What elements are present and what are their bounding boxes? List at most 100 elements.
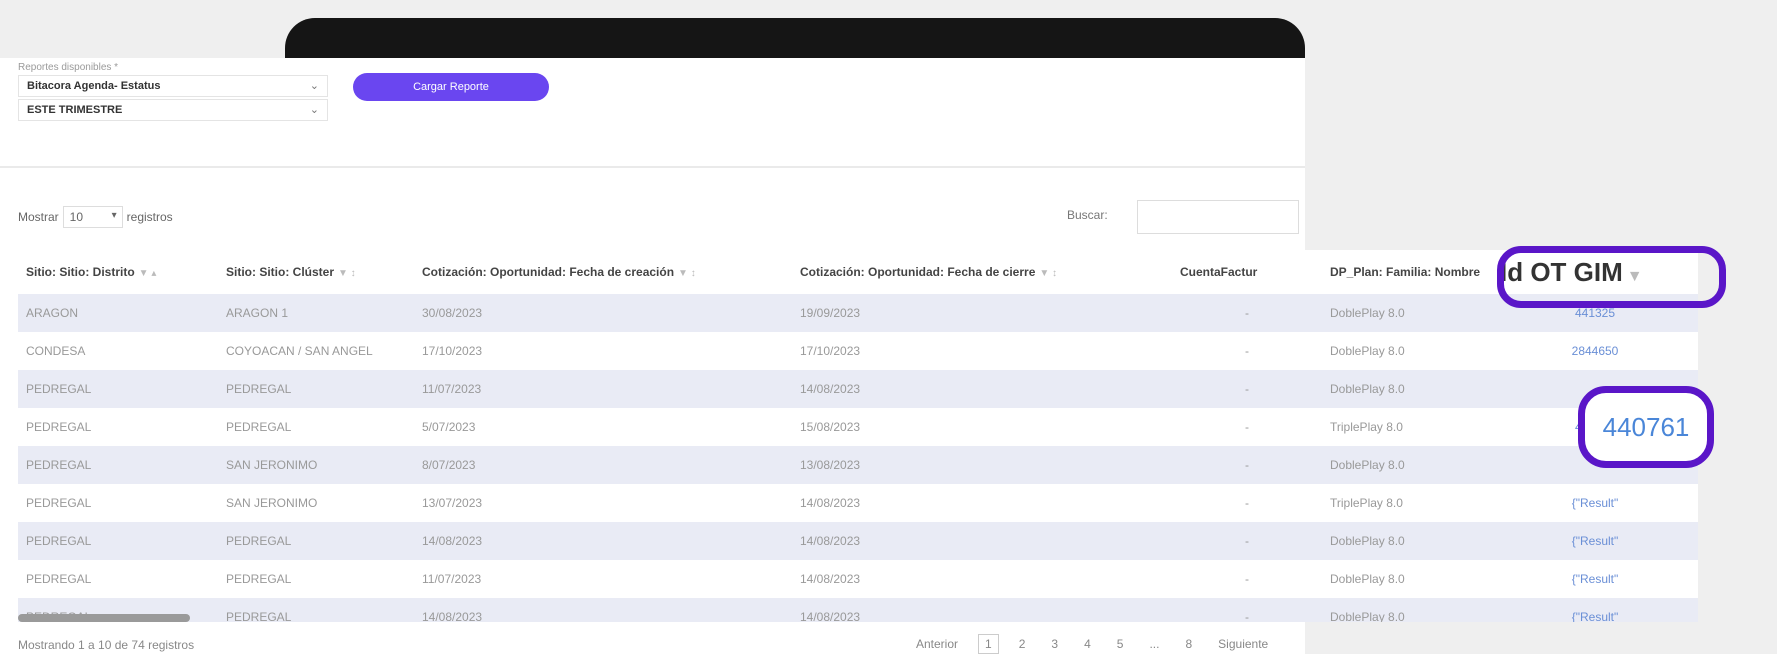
table-cell[interactable]: {"Result" bbox=[1492, 560, 1698, 598]
table-cell: - bbox=[1172, 522, 1322, 560]
column-header-fecha-cierre[interactable]: Cotización: Oportunidad: Fecha de cierre… bbox=[792, 250, 1172, 294]
table-row[interactable]: PEDREGAL PEDREGAL 11/07/2023 14/08/2023- Dob… bbox=[18, 560, 1698, 598]
table-cell: 13/08/2023 bbox=[792, 446, 1172, 484]
table-cell: PEDREGAL bbox=[18, 560, 218, 598]
pagination-page-button[interactable]: 3 bbox=[1045, 635, 1064, 653]
period-select[interactable]: ESTE TRIMESTRE ⌄ bbox=[18, 99, 328, 121]
report-select[interactable]: Bitacora Agenda- Estatus ⌄ bbox=[18, 75, 328, 97]
load-report-button[interactable]: Cargar Reporte bbox=[353, 73, 549, 101]
table-row[interactable]: ARAGON ARAGON 1 30/08/2023 19/09/2023- Doble… bbox=[18, 294, 1698, 332]
search-label: Buscar: bbox=[1067, 208, 1108, 222]
table-cell: 14/08/2023 bbox=[792, 560, 1172, 598]
table-cell: 14/08/2023 bbox=[792, 522, 1172, 560]
table-cell: DoblePlay 8.0 bbox=[1322, 332, 1492, 370]
table-cell: - bbox=[1172, 484, 1322, 522]
pagination-page-button[interactable]: 2 bbox=[1013, 635, 1032, 653]
table-cell: ARAGON 1 bbox=[218, 294, 414, 332]
table-cell: - bbox=[1172, 446, 1322, 484]
pagination-page-button[interactable]: 5 bbox=[1111, 635, 1130, 653]
table-cell: 11/07/2023 bbox=[414, 370, 792, 408]
highlight-ring-header bbox=[1497, 246, 1726, 308]
table-cell: PEDREGAL bbox=[18, 522, 218, 560]
table-row[interactable]: PEDREGALPEDREGAL14/08/202314/08/2023-Dob… bbox=[18, 522, 1698, 560]
table-row[interactable]: PEDREGAL SAN JERONIMO 8/07/2023 13/08/2023-… bbox=[18, 446, 1698, 484]
pagination: Anterior 1 2 3 4 5... 8 Siguiente bbox=[910, 634, 1274, 654]
report-table: Sitio: Sitio: Distrito ▼ ▴ Sitio: Sitio: … bbox=[18, 250, 1698, 622]
page-size-select[interactable]: 10 ▾ bbox=[62, 206, 123, 228]
table-cell: 5/07/2023 bbox=[414, 408, 792, 446]
table-cell: DoblePlay 8.0 bbox=[1322, 446, 1492, 484]
table-cell: - bbox=[1172, 408, 1322, 446]
column-header-familia[interactable]: DP_Plan: Familia: Nombre bbox=[1322, 250, 1492, 294]
pagination-prev-button[interactable]: Anterior bbox=[910, 635, 964, 653]
pagination-page-button[interactable]: ... bbox=[1143, 635, 1165, 653]
table-row[interactable]: PEDREGAL SAN JERONIMO 13/07/2023 14/08/2023… bbox=[18, 484, 1698, 522]
highlight-ring-cell[interactable]: 440761 bbox=[1578, 386, 1714, 468]
table-cell: ARAGON bbox=[18, 294, 218, 332]
period-select-value: ESTE TRIMESTRE bbox=[27, 104, 123, 116]
table-row[interactable]: PEDREGAL PEDREGAL 5/07/2023 15/08/2023- Trip… bbox=[18, 408, 1698, 446]
table-cell: PEDREGAL bbox=[218, 370, 414, 408]
table-row[interactable]: PEDREGALPEDREGAL14/08/202314/08/2023-Dob… bbox=[18, 598, 1698, 622]
table-cell: PEDREGAL bbox=[218, 598, 414, 622]
column-header-cuenta-factura[interactable]: CuentaFactur bbox=[1172, 250, 1322, 294]
table-cell: DoblePlay 8.0 bbox=[1322, 522, 1492, 560]
filter-icon[interactable]: ▼ ↕ bbox=[338, 268, 356, 279]
table-cell: DoblePlay 8.0 bbox=[1322, 370, 1492, 408]
table-cell[interactable]: {"Result" bbox=[1492, 484, 1698, 522]
table-row[interactable]: PEDREGAL PEDREGAL 11/07/2023 14/08/2023- Dob… bbox=[18, 370, 1698, 408]
table-cell: SAN JERONIMO bbox=[218, 446, 414, 484]
column-header-cluster[interactable]: Sitio: Sitio: Clúster ▼ ↕ bbox=[218, 250, 414, 294]
report-label: Reportes disponibles * bbox=[18, 62, 119, 73]
table-cell: DoblePlay 8.0 bbox=[1322, 598, 1492, 622]
filter-icon[interactable]: ▼ ↕ bbox=[1039, 268, 1057, 279]
table-cell: PEDREGAL bbox=[18, 370, 218, 408]
table-cell: CONDESA bbox=[18, 332, 218, 370]
table-cell: 14/08/2023 bbox=[414, 522, 792, 560]
table-cell: - bbox=[1172, 370, 1322, 408]
table-cell: PEDREGAL bbox=[18, 408, 218, 446]
show-label: Mostrar bbox=[18, 210, 59, 224]
table-cell[interactable]: {"Result" bbox=[1492, 522, 1698, 560]
table-cell: PEDREGAL bbox=[18, 446, 218, 484]
column-header-distrito[interactable]: Sitio: Sitio: Distrito ▼ ▴ bbox=[18, 250, 218, 294]
table-cell: - bbox=[1172, 598, 1322, 622]
table-cell: DoblePlay 8.0 bbox=[1322, 294, 1492, 332]
table-cell: 14/08/2023 bbox=[414, 598, 792, 622]
header-row: Sitio: Sitio: Distrito ▼ ▴ Sitio: Sitio: … bbox=[18, 250, 1698, 294]
table-cell: 14/08/2023 bbox=[792, 598, 1172, 622]
table-cell: PEDREGAL bbox=[218, 560, 414, 598]
highlighted-id-value[interactable]: 440761 bbox=[1603, 412, 1690, 443]
table-cell: 17/10/2023 bbox=[792, 332, 1172, 370]
table-info: Mostrando 1 a 10 de 74 registros bbox=[18, 638, 195, 652]
records-label: registros bbox=[126, 210, 173, 224]
pagination-page-button[interactable]: 8 bbox=[1179, 635, 1198, 653]
table-cell: PEDREGAL bbox=[18, 484, 218, 522]
filter-icon[interactable]: ▼ ▴ bbox=[139, 268, 157, 279]
table-cell: PEDREGAL bbox=[218, 408, 414, 446]
table-cell: PEDREGAL bbox=[218, 522, 414, 560]
chevron-down-icon: ▾ bbox=[111, 210, 117, 221]
page-size-value: 10 bbox=[69, 210, 84, 224]
table-cell: 17/10/2023 bbox=[414, 332, 792, 370]
table-cell: 13/07/2023 bbox=[414, 484, 792, 522]
table-cell: - bbox=[1172, 294, 1322, 332]
filter-icon[interactable]: ▼ ↕ bbox=[678, 268, 696, 279]
page-length-control: Mostrar 10 ▾ registros bbox=[18, 206, 173, 228]
column-header-fecha-creacion[interactable]: Cotización: Oportunidad: Fecha de creaci… bbox=[414, 250, 792, 294]
table-cell: DoblePlay 8.0 bbox=[1322, 560, 1492, 598]
table-cell: TriplePlay 8.0 bbox=[1322, 408, 1492, 446]
horizontal-scrollbar[interactable] bbox=[18, 614, 190, 622]
table-cell[interactable]: 2844650 bbox=[1492, 332, 1698, 370]
report-table-wrapper: Sitio: Sitio: Distrito ▼ ▴ Sitio: Sitio: … bbox=[18, 250, 1698, 622]
table-cell: 14/08/2023 bbox=[792, 370, 1172, 408]
pagination-page-button[interactable]: 1 bbox=[978, 634, 999, 654]
table-cell[interactable]: {"Result" bbox=[1492, 598, 1698, 622]
table-cell: - bbox=[1172, 332, 1322, 370]
pagination-page-button[interactable]: 4 bbox=[1078, 635, 1097, 653]
table-cell: 19/09/2023 bbox=[792, 294, 1172, 332]
table-cell: 15/08/2023 bbox=[792, 408, 1172, 446]
pagination-next-button[interactable]: Siguiente bbox=[1212, 635, 1274, 653]
table-row[interactable]: CONDESA COYOACAN / SAN ANGEL 17/10/2023 17/… bbox=[18, 332, 1698, 370]
search-input[interactable] bbox=[1137, 200, 1299, 234]
